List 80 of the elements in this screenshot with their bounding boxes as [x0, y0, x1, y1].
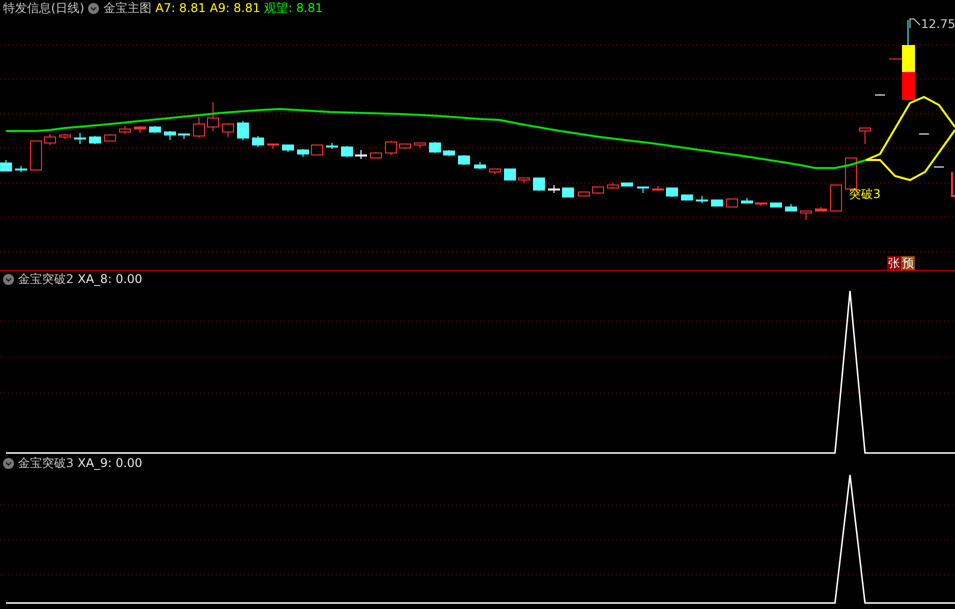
candlestick [592, 186, 604, 194]
flag-icon [910, 18, 920, 28]
candlestick [474, 162, 486, 170]
candlestick [621, 182, 633, 186]
candlestick [845, 158, 857, 190]
candlestick [489, 168, 501, 174]
indicator-reading: A7: 8.81 [155, 1, 206, 15]
candlestick [311, 144, 323, 156]
candlestick [741, 198, 753, 204]
candlestick [267, 144, 279, 150]
candlestick [607, 182, 619, 190]
candlestick [711, 200, 723, 206]
candlestick [0, 160, 12, 172]
candlestick [578, 192, 590, 196]
candlestick [297, 148, 309, 158]
candlestick [149, 126, 161, 134]
candlestick [207, 102, 219, 132]
candlestick [282, 144, 294, 152]
candlestick [222, 122, 234, 138]
candlestick [800, 210, 812, 220]
candlestick [74, 132, 86, 144]
candlestick [562, 188, 574, 198]
candlestick [770, 202, 782, 208]
candlestick [399, 144, 411, 150]
candlestick [504, 168, 516, 180]
candlestick [59, 134, 71, 140]
price-label: 12.75 [921, 17, 955, 31]
chevron-down-icon[interactable] [3, 274, 14, 284]
candlestick [518, 178, 530, 184]
candlestick [193, 116, 205, 138]
candlestick [652, 186, 664, 192]
price-tick-mark [888, 58, 902, 60]
signal-badge: 预 [901, 256, 915, 270]
candlestick [755, 202, 767, 206]
candlestick [119, 126, 131, 134]
indicator-reading: XA_8: 0.00 [78, 272, 142, 286]
candlestick [44, 134, 56, 146]
candlestick [859, 128, 871, 144]
indicator-reading: XA_9: 0.00 [78, 456, 142, 470]
candlestick [785, 204, 797, 212]
candlestick [164, 130, 176, 140]
candlestick [30, 140, 42, 170]
candlestick [548, 184, 560, 194]
candlestick [815, 206, 827, 212]
candlestick [443, 150, 455, 156]
candlestick [252, 136, 264, 148]
candlestick [178, 134, 190, 140]
price-tick-mark [934, 166, 944, 168]
stock-title: 特发信息(日线) [3, 1, 84, 15]
candlestick [951, 172, 955, 197]
candlestick [726, 198, 738, 208]
price-tick-mark [874, 94, 886, 96]
candlestick [134, 126, 146, 134]
indicator-name: 金宝主图 [103, 1, 152, 15]
signal-badge: 张 [887, 256, 901, 270]
candlestick [681, 194, 693, 200]
candlestick [414, 142, 426, 148]
candlestick [341, 146, 353, 158]
candlestick [370, 152, 382, 158]
candlestick [533, 178, 545, 192]
candlestick [15, 166, 27, 172]
indicator-name: 金宝突破3 [18, 456, 74, 470]
candlestick [696, 196, 708, 204]
candlestick [355, 150, 367, 160]
chevron-down-icon[interactable] [3, 458, 14, 468]
candlestick [104, 134, 116, 142]
candlestick [237, 120, 249, 140]
candlestick [89, 136, 101, 144]
indicator-name: 金宝突破2 [18, 272, 74, 286]
candlestick [458, 154, 470, 166]
indicator-reading: A9: 8.81 [210, 1, 260, 15]
candlestick [637, 186, 649, 194]
candlestick [666, 188, 678, 198]
candlestick [326, 142, 338, 150]
candlestick [385, 140, 397, 156]
chevron-down-icon[interactable] [88, 2, 100, 14]
candlestick [830, 184, 842, 212]
indicator-reading: 观望: 8.81 [264, 1, 323, 15]
signal-label: 突破3 [849, 186, 881, 203]
candlestick [429, 142, 441, 154]
